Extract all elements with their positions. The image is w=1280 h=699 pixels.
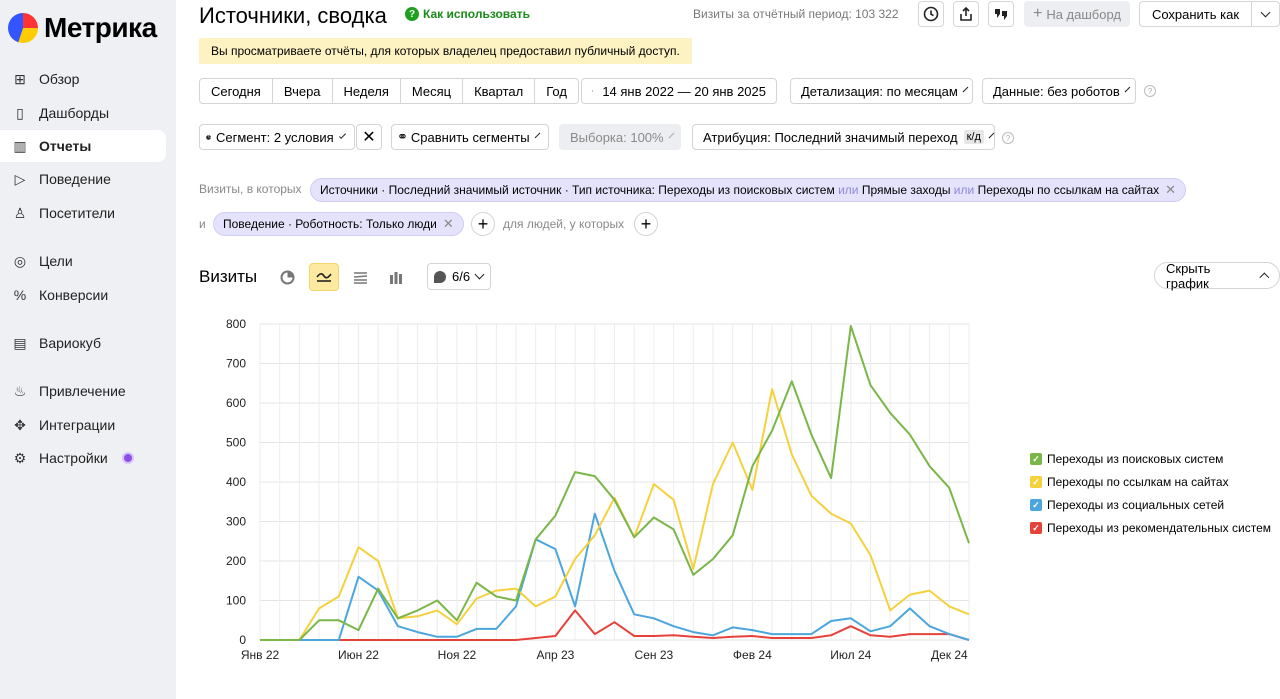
notification-dot [123,454,132,462]
x-tick-label: Июл 24 [830,648,871,662]
sidebar-item-acquisition[interactable]: ♨ Привлечение [0,375,166,407]
sidebar-item-integrations[interactable]: ✥ Интеграции [0,409,166,441]
bar-chart-icon: ▥ [13,137,27,154]
grid-icon: ⊞ [14,70,26,87]
legend-item[interactable]: ✓ Переходы из поисковых систем [1030,452,1223,466]
sidebar-item-label: Привлечение [39,383,126,399]
sidebar-item-label: Цели [39,253,73,269]
sidebar-item-label: Дашборды [39,105,109,121]
x-tick-label: Дек 24 [931,648,968,662]
checkbox-icon[interactable]: ✓ [1030,453,1042,465]
sidebar-item-dashboards[interactable]: ▯ Дашборды [0,97,166,129]
sidebar-item-label: Обзор [39,71,80,87]
gear-icon: ⚙ [13,449,27,466]
legend-label: Переходы из социальных сетей [1047,498,1225,512]
x-tick-label: Янв 22 [241,648,280,662]
y-tick-label: 0 [239,633,246,647]
visits-line-chart: 0 100 200 300 400 500 600 700 800 Янв 22 Июн 22 Ноя… [226,317,970,662]
percent-icon: % [13,287,27,303]
person-icon: ♙ [13,204,27,221]
sidebar: Метрика ⊞ Обзор ▯ Дашборды ▥ Отчеты ▷ Поведение… [0,0,176,699]
main-content: Источники, сводка ? Как использовать Виз… [176,0,1280,699]
x-tick-label: Сен 23 [635,648,674,662]
sidebar-item-label: Конверсии [39,287,109,303]
cube-icon: ▤ [13,334,27,351]
y-tick-label: 500 [226,436,246,450]
checkbox-icon[interactable]: ✓ [1030,499,1042,511]
y-tick-label: 700 [226,357,246,371]
sidebar-item-label: Интеграции [39,417,116,433]
dashboard-icon: ▯ [16,104,24,121]
legend-label: Переходы по ссылкам на сайтах [1047,475,1229,489]
x-tick-label: Июн 22 [338,648,379,662]
sidebar-item-label: Поведение [39,171,111,187]
x-tick-label: Ноя 22 [438,648,477,662]
puzzle-icon: ✥ [14,416,26,433]
sidebar-item-settings[interactable]: ⚙ Настройки [0,442,166,474]
target-icon: ◎ [13,252,27,269]
sidebar-item-label: Отчеты [39,138,92,154]
x-tick-label: Апр 23 [536,648,574,662]
x-tick-label: Фев 24 [733,648,772,662]
sidebar-item-label: Настройки [39,450,108,466]
checkbox-icon[interactable]: ✓ [1030,476,1042,488]
sidebar-item-label: Посетители [39,205,115,221]
sidebar-item-label: Вариокуб [39,335,101,351]
sidebar-item-goals[interactable]: ◎ Цели [0,245,166,277]
legend-item[interactable]: ✓ Переходы из социальных сетей [1030,498,1224,512]
logo-text: Метрика [44,12,157,43]
sidebar-item-variocube[interactable]: ▤ Вариокуб [0,327,166,359]
legend-label: Переходы из поисковых систем [1047,452,1224,466]
sidebar-item-visitors[interactable]: ♙ Посетители [0,197,166,229]
flame-icon: ♨ [13,382,27,399]
legend-item[interactable]: ✓ Переходы по ссылкам на сайтах [1030,475,1229,489]
sidebar-item-behavior[interactable]: ▷ Поведение [0,163,166,195]
checkbox-icon[interactable]: ✓ [1030,522,1042,534]
y-tick-label: 400 [226,475,246,489]
sidebar-item-overview[interactable]: ⊞ Обзор [0,63,166,95]
y-tick-label: 800 [226,317,246,331]
sidebar-item-reports[interactable]: ▥ Отчеты [0,130,166,162]
y-tick-label: 300 [226,515,246,529]
legend-item[interactable]: ✓ Переходы из рекомендательных систем [1030,521,1271,535]
legend-label: Переходы из рекомендательных систем [1047,521,1271,535]
y-tick-label: 100 [226,594,246,608]
play-icon: ▷ [14,170,26,187]
metrika-logo-icon [8,13,38,43]
metrika-logo[interactable]: Метрика [8,12,157,44]
sidebar-item-conversions[interactable]: % Конверсии [0,279,166,311]
y-tick-label: 600 [226,396,246,410]
y-tick-label: 200 [226,554,246,568]
